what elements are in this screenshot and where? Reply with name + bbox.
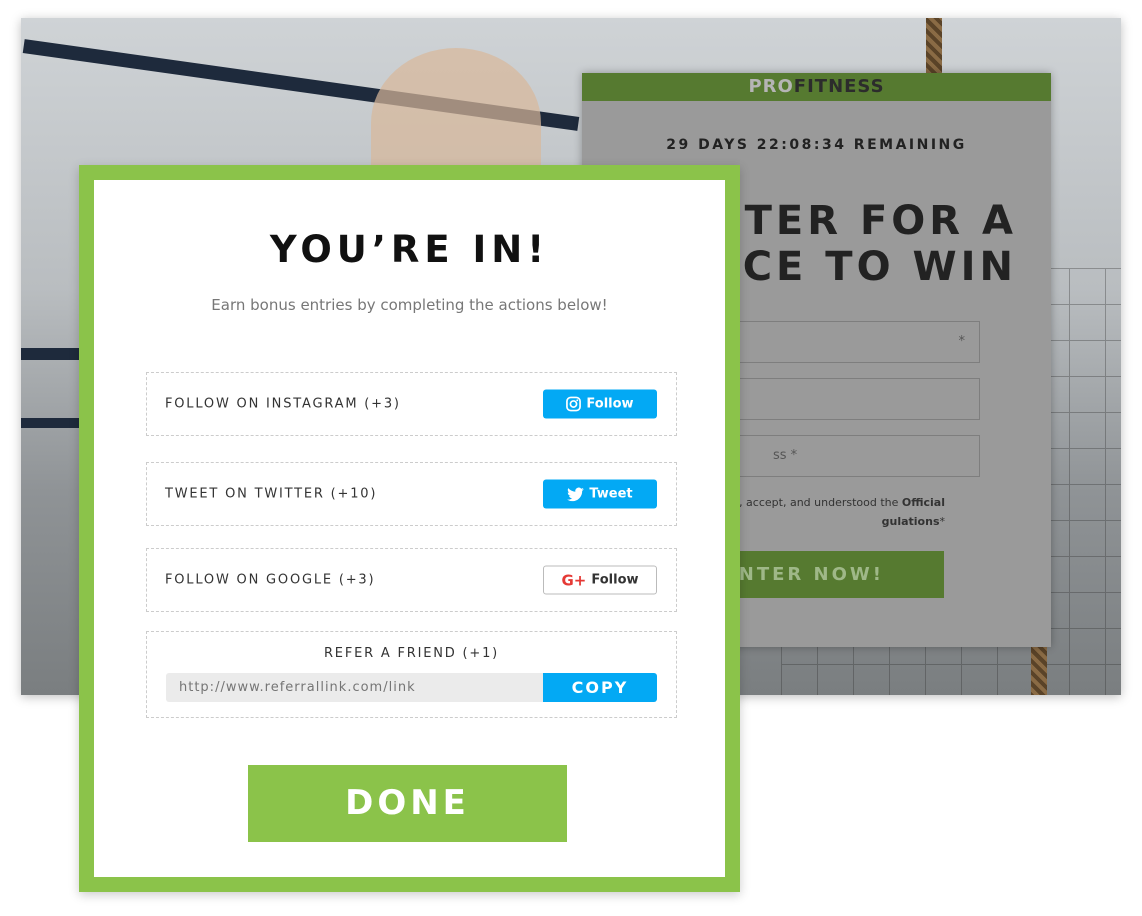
countdown-timer: 29 DAYS 22:08:34 REMAINING (666, 137, 967, 153)
brand-logo: PROFITNESS (582, 73, 1051, 101)
action-label: FOLLOW ON GOOGLE (+3) (165, 572, 376, 588)
instagram-follow-button[interactable]: Follow (543, 389, 657, 419)
regulations-link[interactable]: gulations (882, 515, 940, 528)
modal-title: YOU’RE IN! (269, 228, 550, 271)
official-link[interactable]: Official (902, 496, 945, 509)
refer-label: REFER A FRIEND (+1) (323, 646, 500, 661)
brand-pro: PRO (748, 76, 794, 97)
google-follow-button[interactable]: G+ Follow (543, 565, 657, 595)
google-plus-icon: G+ (561, 571, 587, 589)
referral-link-input[interactable] (166, 673, 544, 702)
twitter-icon (567, 487, 585, 501)
rope (926, 18, 942, 73)
modal-subtitle: Earn bonus entries by completing the act… (211, 296, 608, 314)
instagram-icon (566, 396, 582, 412)
brand-fitness: FITNESS (793, 76, 885, 97)
done-button[interactable]: DONE (248, 765, 567, 842)
button-label: Follow (586, 396, 634, 412)
instagram-action-row: FOLLOW ON INSTAGRAM (+3) Follow (146, 372, 677, 436)
refer-friend-row: REFER A FRIEND (+1) COPY (146, 631, 677, 718)
button-label: Follow (591, 572, 639, 588)
rope (1031, 643, 1047, 695)
action-label: TWEET ON TWITTER (+10) (165, 486, 378, 502)
consent-body: , accept, and understood the (739, 496, 902, 509)
tweet-button[interactable]: Tweet (543, 479, 657, 509)
action-label: FOLLOW ON INSTAGRAM (+3) (165, 396, 401, 412)
required-mark: * (939, 515, 946, 528)
google-action-row: FOLLOW ON GOOGLE (+3) G+ Follow (146, 548, 677, 612)
confirmation-modal: YOU’RE IN! Earn bonus entries by complet… (79, 165, 740, 892)
button-label: Tweet (589, 486, 633, 502)
twitter-action-row: TWEET ON TWITTER (+10) Tweet (146, 462, 677, 526)
copy-button[interactable]: COPY (543, 673, 657, 702)
